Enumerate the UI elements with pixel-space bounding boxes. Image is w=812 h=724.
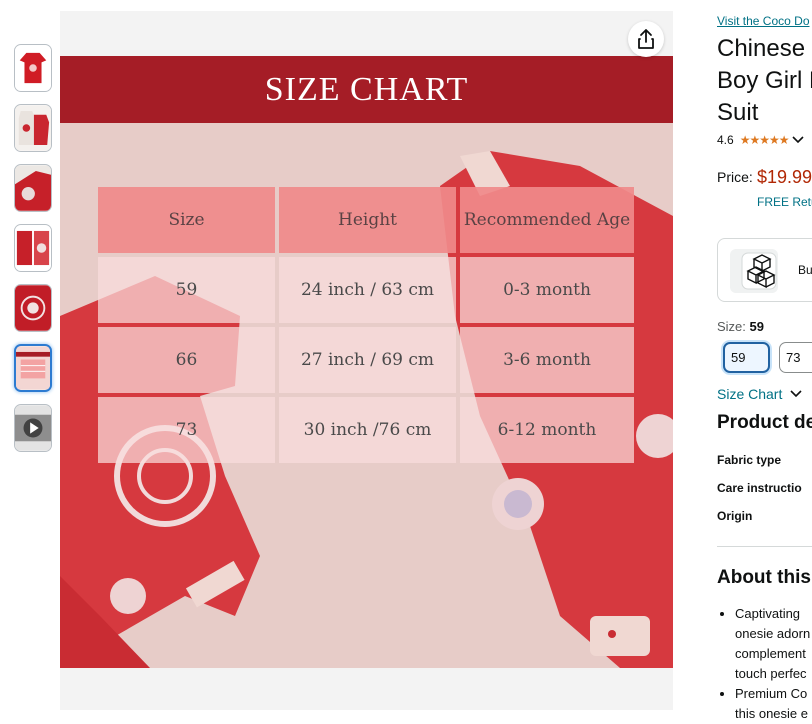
header-recommended-age: Recommended Age <box>460 187 634 253</box>
thumbnail-3[interactable] <box>14 164 52 212</box>
bullet-line: touch perfec <box>735 666 807 681</box>
thumbnail-4[interactable] <box>14 224 52 272</box>
thumbnail-1[interactable] <box>14 44 52 92</box>
cell-height: 24 inch / 63 cm <box>279 257 456 323</box>
size-chart-banner: SIZE CHART <box>60 56 673 123</box>
size-label-text: Size: <box>717 319 746 334</box>
divider <box>717 546 812 547</box>
bullet-item: Premium Co this onesie e <box>735 684 812 724</box>
free-returns-link[interactable]: FREE Retu <box>757 195 812 209</box>
bullet-line: Premium Co <box>735 686 808 701</box>
cell-age: 3-6 month <box>460 327 634 393</box>
share-icon <box>638 29 654 49</box>
product-details-heading: Product de <box>717 412 812 433</box>
size-option-59[interactable]: 59 <box>723 342 770 373</box>
bullet-line: this onesie e <box>735 706 808 721</box>
visit-store-link[interactable]: Visit the Coco Do <box>717 14 810 28</box>
size-chart-link[interactable]: Size Chart <box>717 386 802 402</box>
chevron-down-icon <box>790 390 802 398</box>
bullet-line: Captivating <box>735 606 801 621</box>
detail-care-instructions: Care instructio <box>717 481 802 495</box>
header-height: Height <box>279 187 456 253</box>
cell-age: 0-3 month <box>460 257 634 323</box>
price-value: $19.99 <box>757 167 812 187</box>
size-chart-label: Size Chart <box>717 386 783 402</box>
chevron-down-icon <box>792 136 805 144</box>
detail-origin: Origin <box>717 509 753 523</box>
bullet-line: complement <box>735 646 806 661</box>
detail-fabric-type: Fabric type <box>717 453 782 467</box>
boxes-icon <box>730 249 778 293</box>
cell-size: 66 <box>98 327 275 393</box>
stars-icon: ★★★★★ <box>739 133 790 147</box>
rating-value: 4.6 <box>717 133 734 147</box>
cell-height: 27 inch / 69 cm <box>279 327 456 393</box>
cell-size: 73 <box>98 397 275 463</box>
cell-age: 6-12 month <box>460 397 634 463</box>
main-image-stage[interactable]: SIZE CHART Size Height Recommended Age 5… <box>60 11 673 710</box>
thumbnail-6-selected[interactable] <box>14 344 52 392</box>
rating-summary[interactable]: 4.6 ★★★★★ <box>717 133 805 147</box>
size-selected-value: 59 <box>749 319 764 334</box>
bullet-item: Captivating onesie adorn complement touc… <box>735 604 812 684</box>
cell-size: 59 <box>98 257 275 323</box>
bullet-line: onesie adorn <box>735 626 811 641</box>
share-button[interactable] <box>628 21 664 57</box>
thumbnail-7-video[interactable] <box>14 404 52 452</box>
cell-height: 30 inch /76 cm <box>279 397 456 463</box>
bundle-card[interactable]: Bu <box>717 238 812 302</box>
title-line: Chinese N <box>717 35 812 62</box>
about-bullets: Captivating onesie adorn complement touc… <box>717 604 812 724</box>
thumbnail-5[interactable] <box>14 284 52 332</box>
thumbnail-2[interactable] <box>14 104 52 152</box>
size-option-73[interactable]: 73 <box>779 342 812 373</box>
bundle-text: Bu <box>798 263 812 277</box>
size-chart-image: SIZE CHART Size Height Recommended Age 5… <box>60 56 673 668</box>
title-line: Boy Girl N <box>717 67 812 94</box>
header-size: Size <box>98 187 275 253</box>
product-title: Chinese N Boy Girl N Suit <box>717 33 812 129</box>
title-line: Suit <box>717 99 759 126</box>
about-heading: About this <box>717 567 811 588</box>
size-label: Size: 59 <box>717 319 764 334</box>
price-label: Price: <box>717 169 753 185</box>
